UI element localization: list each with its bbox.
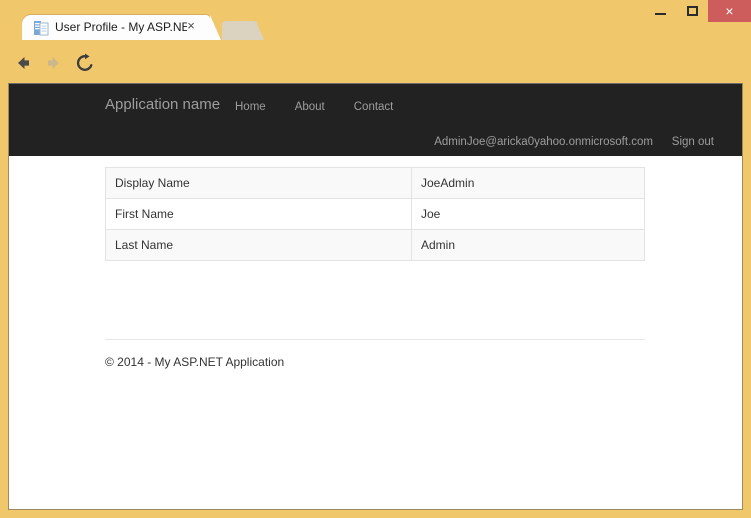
forward-arrow-icon: [47, 56, 59, 69]
user-profile-table: Display Name JoeAdmin First Name Joe Las…: [105, 167, 645, 261]
back-arrow-icon: [17, 56, 29, 69]
window-controls: ×: [644, 0, 751, 22]
footer-copyright: © 2014 - My ASP.NET Application: [105, 355, 285, 369]
window-minimize-button[interactable]: [644, 0, 676, 22]
forward-button[interactable]: [39, 48, 68, 77]
maximize-icon: [686, 6, 698, 16]
title-bar: User Profile - My ASP.NET × ×: [0, 0, 751, 40]
table-row: Last Name Admin: [105, 229, 645, 261]
user-navigation: AdminJoe@aricka0yahoo.onmicrosoft.com: [434, 134, 653, 150]
site-brand[interactable]: Application name: [105, 95, 220, 115]
profile-label: Last Name: [105, 229, 412, 261]
new-tab-button[interactable]: [222, 21, 264, 40]
browser-window: User Profile - My ASP.NET × × Applicatio…: [0, 0, 751, 518]
footer-divider: [105, 339, 645, 340]
tab-close-icon[interactable]: ×: [184, 19, 198, 33]
reload-icon: [76, 53, 92, 71]
back-button[interactable]: [8, 48, 37, 77]
profile-label: First Name: [105, 198, 412, 230]
window-close-button[interactable]: ×: [708, 0, 751, 22]
minimize-icon: [654, 13, 666, 15]
close-icon: ×: [725, 3, 734, 19]
profile-value: Admin: [411, 229, 645, 261]
main-navigation: Home About Contact: [235, 99, 422, 115]
table-row: First Name Joe: [105, 198, 645, 230]
table-row: Display Name JoeAdmin: [105, 167, 645, 199]
sign-out-link[interactable]: Sign out: [672, 134, 714, 150]
reload-button[interactable]: [70, 48, 99, 77]
browser-tab-active[interactable]: User Profile - My ASP.NET ×: [22, 15, 221, 40]
document-favicon: [33, 20, 49, 36]
nav-link-about[interactable]: About: [295, 99, 325, 115]
site-navbar: Application name Home About Contact Admi…: [9, 84, 742, 156]
window-maximize-button[interactable]: [676, 0, 708, 22]
profile-value: JoeAdmin: [411, 167, 645, 199]
tab-title: User Profile - My ASP.NET: [55, 20, 187, 34]
nav-link-home[interactable]: Home: [235, 99, 266, 115]
page-viewport: Application name Home About Contact Admi…: [8, 83, 743, 510]
profile-label: Display Name: [105, 167, 412, 199]
profile-value: Joe: [411, 198, 645, 230]
user-email-link[interactable]: AdminJoe@aricka0yahoo.onmicrosoft.com: [434, 134, 653, 150]
nav-link-contact[interactable]: Contact: [354, 99, 394, 115]
browser-toolbar: https://localhost:44308/Home/UserProfile: [0, 40, 751, 116]
